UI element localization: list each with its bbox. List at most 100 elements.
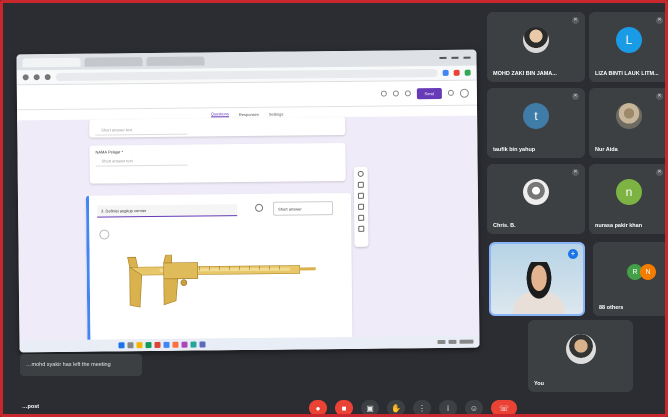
mic-off-icon: ✕ xyxy=(572,93,579,100)
forms-header-icons: Send xyxy=(380,87,469,99)
search-icon[interactable] xyxy=(127,342,134,349)
meeting-info-icon[interactable]: i xyxy=(439,400,457,416)
end-call-icon[interactable]: ☏ xyxy=(491,400,517,416)
browser-tab[interactable] xyxy=(84,56,143,67)
participant-tile[interactable]: ✕ MOHD ZAKI BIN JAMA... xyxy=(487,12,585,82)
shared-screen: Send Questions Responses Settings Short … xyxy=(16,49,480,353)
forward-icon[interactable] xyxy=(33,74,40,81)
app-icon[interactable] xyxy=(154,341,161,348)
others-tile[interactable]: R N 88 others xyxy=(593,242,668,316)
people-icon[interactable]: ☺ xyxy=(465,400,483,416)
tab-settings[interactable]: Settings xyxy=(269,111,284,116)
back-icon[interactable] xyxy=(22,74,29,81)
app-icon[interactable] xyxy=(145,342,152,349)
reload-icon[interactable] xyxy=(44,74,51,81)
app-icon[interactable] xyxy=(172,341,179,348)
chrome-icon[interactable] xyxy=(163,341,170,348)
form-side-toolbar xyxy=(353,166,369,247)
palette-icon[interactable] xyxy=(380,90,387,97)
participant-photo xyxy=(565,333,596,364)
participant-name: MOHD ZAKI BIN JAMA... xyxy=(493,71,557,77)
add-section-icon[interactable] xyxy=(358,225,365,232)
browser-tab[interactable] xyxy=(22,57,81,67)
question-title: NAMA Pelajar * xyxy=(95,149,124,155)
browser-tab[interactable] xyxy=(146,55,205,66)
answer-placeholder: Short answer text xyxy=(95,155,188,167)
question-card[interactable]: NAMA Pelajar * Short answer text xyxy=(89,142,346,184)
more-options-icon[interactable]: ⋮ xyxy=(413,400,431,416)
present-icon[interactable]: ▣ xyxy=(361,400,379,416)
raise-hand-icon[interactable]: ✋ xyxy=(387,400,405,416)
form-body: Short answer text NAMA Pelajar * Short a… xyxy=(17,115,480,353)
add-question-icon[interactable] xyxy=(357,170,364,177)
camera-toggle-icon[interactable]: ■ xyxy=(335,400,353,416)
others-avatars: R N xyxy=(627,264,656,280)
camera-person-head xyxy=(521,262,557,308)
participant-tile[interactable]: ✕ Chris. B. xyxy=(487,164,585,234)
participant-photo xyxy=(523,27,549,53)
more-icon[interactable] xyxy=(447,89,454,96)
image-icon[interactable] xyxy=(255,203,264,212)
mic-off-icon: ✕ xyxy=(656,93,663,100)
participant-name: nurasa pakir khan xyxy=(595,223,643,229)
system-tray xyxy=(437,339,474,345)
mic-off-icon: ✕ xyxy=(572,169,579,176)
option-icon[interactable] xyxy=(99,229,110,240)
meeting-controls: ● ■ ▣ ✋ ⋮ i ☺ ☏ xyxy=(309,400,517,416)
add-title-icon[interactable] xyxy=(357,192,364,199)
participant-tile[interactable]: t ✕ taufik bin yahup xyxy=(487,88,585,158)
participant-tile[interactable]: L ✕ LIZA BINTI LAUK LITM... xyxy=(589,12,668,82)
file-explorer-icon[interactable] xyxy=(136,342,143,349)
self-tile[interactable]: You xyxy=(528,320,633,392)
volume-icon[interactable] xyxy=(448,339,457,344)
answer-placeholder: Short answer text xyxy=(95,124,188,136)
app-icon[interactable] xyxy=(181,341,188,348)
network-icon[interactable] xyxy=(437,339,446,345)
meeting-name: …post xyxy=(22,404,40,410)
extension-icon[interactable] xyxy=(453,69,460,76)
participant-name: Nur Aida xyxy=(595,147,618,153)
extension-icon[interactable] xyxy=(464,69,471,76)
preview-icon[interactable] xyxy=(392,90,399,97)
extension-icon[interactable] xyxy=(442,69,449,76)
import-questions-icon[interactable] xyxy=(357,181,364,188)
active-question-card[interactable]: 3. Definisi angkup vernier Short answer xyxy=(85,192,353,352)
maximize-icon[interactable] xyxy=(451,56,459,59)
participant-name: Chris. B. xyxy=(493,223,516,229)
mic-off-icon: ✕ xyxy=(656,169,663,176)
question-title-input[interactable]: 3. Definisi angkup vernier xyxy=(97,204,238,218)
vernier-caliper-image xyxy=(127,254,316,308)
pin-icon[interactable]: + xyxy=(568,249,578,259)
start-icon[interactable] xyxy=(118,342,125,349)
participant-avatar: n xyxy=(616,179,642,205)
app-icon[interactable] xyxy=(190,341,197,348)
participant-avatar: N xyxy=(640,264,656,280)
mic-off-icon: ✕ xyxy=(572,17,579,24)
mic-off-icon: ✕ xyxy=(656,17,663,24)
add-video-icon[interactable] xyxy=(358,214,365,221)
toast-text: …mohd syakir has left the meeting xyxy=(26,362,111,368)
tab-responses[interactable]: Responses xyxy=(239,111,259,116)
participant-avatar: t xyxy=(523,103,549,129)
account-avatar[interactable] xyxy=(459,88,469,98)
mic-toggle-icon[interactable]: ● xyxy=(309,400,327,416)
add-image-icon[interactable] xyxy=(358,203,365,210)
participant-tile[interactable]: n ✕ nurasa pakir khan xyxy=(589,164,668,234)
close-icon[interactable] xyxy=(463,56,471,59)
self-camera-tile[interactable]: + xyxy=(489,242,585,316)
participant-tile[interactable]: ✕ Nur Aida xyxy=(589,88,668,158)
participant-photo xyxy=(616,103,642,129)
app-icon[interactable] xyxy=(199,341,206,348)
left-meeting-toast: …mohd syakir has left the meeting xyxy=(20,354,142,376)
question-type-select[interactable]: Short answer xyxy=(273,201,334,216)
undo-icon[interactable] xyxy=(404,90,411,97)
tab-questions[interactable]: Questions xyxy=(210,111,229,118)
participant-name: taufik bin yahup xyxy=(493,147,536,153)
participant-name: You xyxy=(534,381,544,387)
minimize-icon[interactable] xyxy=(439,56,447,59)
clock[interactable] xyxy=(459,339,474,344)
send-button[interactable]: Send xyxy=(416,87,442,99)
address-bar[interactable] xyxy=(55,69,438,82)
question-card[interactable]: Short answer text xyxy=(89,116,346,138)
participant-photo xyxy=(523,179,549,205)
